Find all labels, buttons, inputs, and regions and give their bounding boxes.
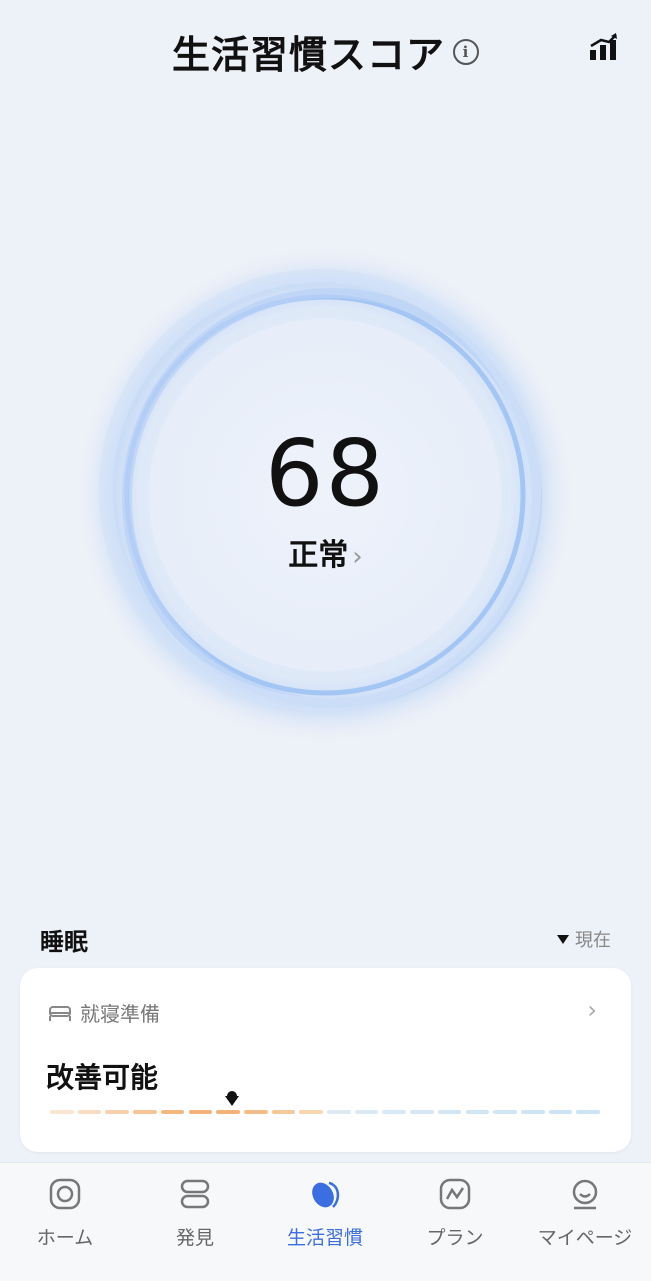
- level-segment: [354, 1110, 379, 1114]
- level-segment: [50, 1110, 74, 1114]
- card-header: 就寝準備: [48, 998, 160, 1027]
- tab-lifestyle[interactable]: 生活習慣: [260, 1163, 390, 1281]
- bedtime-prep-card[interactable]: 就寝準備 › 改善可能: [20, 968, 631, 1152]
- now-legend: 現在: [557, 926, 611, 952]
- bed-icon: [49, 1005, 71, 1021]
- score-status: 正常: [288, 538, 349, 573]
- level-segment: [410, 1110, 434, 1114]
- tab-home[interactable]: ホーム: [0, 1163, 130, 1281]
- chevron-right-icon: ›: [352, 542, 363, 572]
- level-segment: [437, 1110, 462, 1114]
- level-segment: [382, 1110, 407, 1114]
- tab-label: 発見: [175, 1227, 214, 1249]
- level-segment: [77, 1110, 102, 1114]
- chevron-right-icon[interactable]: ›: [587, 996, 597, 1024]
- level-segment: [548, 1110, 573, 1114]
- level-segment: [520, 1110, 545, 1114]
- score-status-link[interactable]: 正常 ›: [0, 530, 651, 574]
- bottom-tab-bar: ホーム 発見 生活習慣 プラン マイページ: [0, 1162, 651, 1281]
- level-segment: [271, 1110, 296, 1114]
- tab-label: プラン: [426, 1227, 484, 1249]
- tab-mypage[interactable]: マイページ: [520, 1163, 650, 1281]
- tab-plan[interactable]: プラン: [390, 1163, 520, 1281]
- bar-chart-trend-icon[interactable]: [588, 32, 618, 62]
- profile-icon: [572, 1179, 598, 1210]
- level-segment: [188, 1110, 213, 1114]
- tab-label: ホーム: [36, 1227, 94, 1249]
- lifestyle-icon: [312, 1181, 340, 1208]
- level-segment: [465, 1110, 490, 1114]
- home-icon: [49, 1178, 81, 1210]
- level-segment: [299, 1110, 323, 1114]
- sleep-section-title: 睡眠: [40, 928, 88, 956]
- level-segment: [216, 1110, 240, 1114]
- level-track: [50, 1091, 600, 1114]
- tab-label: マイページ: [537, 1227, 633, 1249]
- level-segment: [493, 1110, 517, 1114]
- marker-icon: [557, 934, 569, 944]
- card-category: 就寝準備: [80, 1002, 160, 1026]
- discover-icon: [180, 1179, 210, 1209]
- level-segment: [133, 1110, 157, 1114]
- level-segment: [105, 1110, 130, 1114]
- info-icon[interactable]: i: [453, 38, 479, 65]
- score-value: 68: [264, 420, 387, 527]
- level-segment: [160, 1110, 185, 1114]
- level-segment: [243, 1110, 268, 1114]
- page-title-row: 生活習慣スコア i: [0, 24, 651, 79]
- header: 生活習慣スコア i: [0, 0, 651, 100]
- now-legend-label: 現在: [575, 930, 611, 951]
- plan-icon: [439, 1178, 471, 1210]
- tab-label: 生活習慣: [286, 1227, 363, 1249]
- card-value: 改善可能: [46, 1061, 159, 1094]
- page-title: 生活習慣スコア: [171, 33, 445, 77]
- level-segment: [576, 1110, 600, 1114]
- tab-discover[interactable]: 発見: [130, 1163, 260, 1281]
- level-segment: [327, 1110, 351, 1114]
- current-marker-icon: [224, 1091, 239, 1106]
